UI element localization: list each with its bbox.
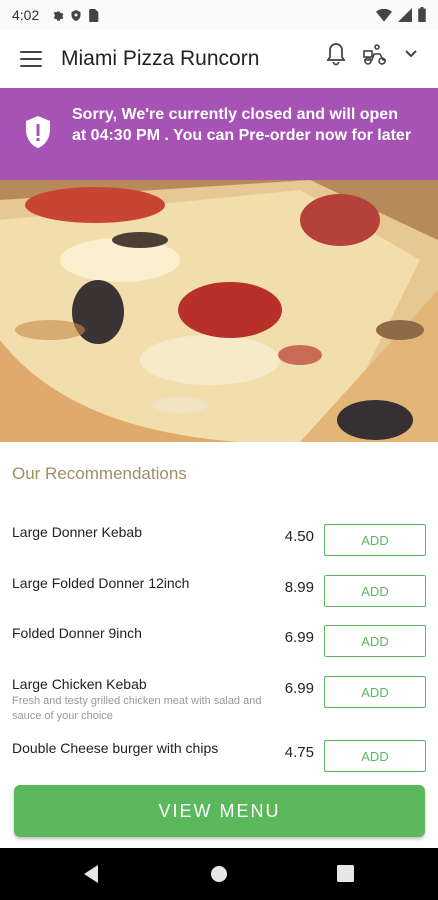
settings-icon <box>53 10 64 21</box>
add-button[interactable]: ADD <box>324 676 426 708</box>
app-toolbar: Miami Pizza Runcorn <box>0 30 438 88</box>
shield-alert-icon <box>26 116 50 148</box>
add-button[interactable]: ADD <box>324 625 426 657</box>
item-name: Large Folded Donner 12inch <box>12 575 190 591</box>
item-price: 6.99 <box>284 680 314 697</box>
view-menu-button[interactable]: VIEW MENU <box>14 785 425 837</box>
add-button[interactable]: ADD <box>324 575 426 607</box>
item-name: Folded Donner 9inch <box>12 625 142 641</box>
status-bar: 4:02 <box>0 0 438 30</box>
sim-card-icon <box>89 8 99 22</box>
system-nav-bar <box>0 848 438 900</box>
home-icon[interactable] <box>210 865 228 883</box>
signal-icon <box>398 7 412 22</box>
item-price: 4.75 <box>284 744 314 761</box>
status-time: 4:02 <box>12 7 40 23</box>
item-name: Double Cheese burger with chips <box>12 740 219 756</box>
item-price: 8.99 <box>284 579 314 596</box>
hero-pizza-image <box>0 180 438 442</box>
recommendations-title: Our Recommendations <box>12 464 187 483</box>
chevron-down-icon[interactable] <box>404 49 418 59</box>
item-price: 6.99 <box>284 629 314 646</box>
closed-message: Sorry, We're currently closed and will o… <box>72 106 412 144</box>
add-button[interactable]: ADD <box>324 524 426 556</box>
menu-icon[interactable] <box>20 51 42 67</box>
delivery-icon[interactable] <box>362 43 388 65</box>
battery-icon <box>418 7 426 22</box>
item-name: Large Donner Kebab <box>12 524 142 540</box>
recents-icon[interactable] <box>337 865 354 882</box>
page-title: Miami Pizza Runcorn <box>61 47 260 70</box>
item-description: Fresh and testy grilled chicken meat wit… <box>12 695 262 722</box>
item-name: Large Chicken Kebab <box>12 676 147 692</box>
item-price: 4.50 <box>284 528 314 545</box>
back-icon[interactable] <box>82 864 100 884</box>
closed-banner: Sorry, We're currently closed and will o… <box>0 88 438 180</box>
shield-icon <box>71 9 81 21</box>
add-button[interactable]: ADD <box>324 740 426 772</box>
wifi-icon <box>376 8 392 22</box>
bell-icon[interactable] <box>326 42 346 66</box>
